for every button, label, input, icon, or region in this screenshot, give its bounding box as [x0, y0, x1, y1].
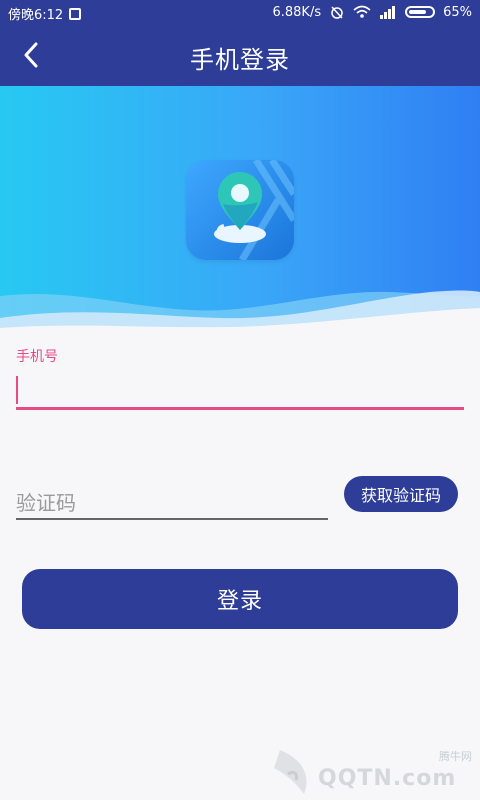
status-time: 傍晚6:12: [8, 8, 64, 23]
status-bar: 傍晚6:12 6.88K/s 65%: [0, 0, 480, 24]
alarm-off-icon: [331, 6, 343, 19]
verification-code-placeholder: 验证码: [16, 491, 76, 515]
get-code-button[interactable]: 获取验证码: [344, 476, 458, 512]
network-speed: 6.88K/s: [272, 4, 322, 20]
phone-label: 手机号: [16, 349, 58, 365]
signal-icon: [380, 6, 396, 19]
watermark-site: 腾牛网: [439, 750, 472, 763]
battery-icon: [405, 6, 436, 18]
verification-code-input[interactable]: 验证码: [16, 480, 328, 520]
login-button[interactable]: 登录: [22, 569, 458, 629]
app-logo: [186, 160, 294, 260]
text-caret: [16, 376, 18, 404]
battery-percent: 65%: [443, 4, 472, 20]
phone-input[interactable]: [16, 370, 464, 410]
watermark: QQTN.com 腾牛网: [270, 740, 480, 800]
watermark-brand: QQTN.com: [318, 766, 457, 791]
message-icon: [69, 7, 82, 20]
page-title: 手机登录: [190, 46, 290, 74]
app-bar: 手机登录: [0, 24, 480, 86]
location-pin-icon: [214, 160, 294, 260]
battery-fill: [409, 10, 426, 14]
watermark-logo-icon: [274, 750, 307, 794]
status-right: 6.88K/s 65%: [272, 4, 472, 20]
wifi-icon: [353, 5, 371, 18]
status-left: 傍晚6:12: [8, 4, 82, 23]
